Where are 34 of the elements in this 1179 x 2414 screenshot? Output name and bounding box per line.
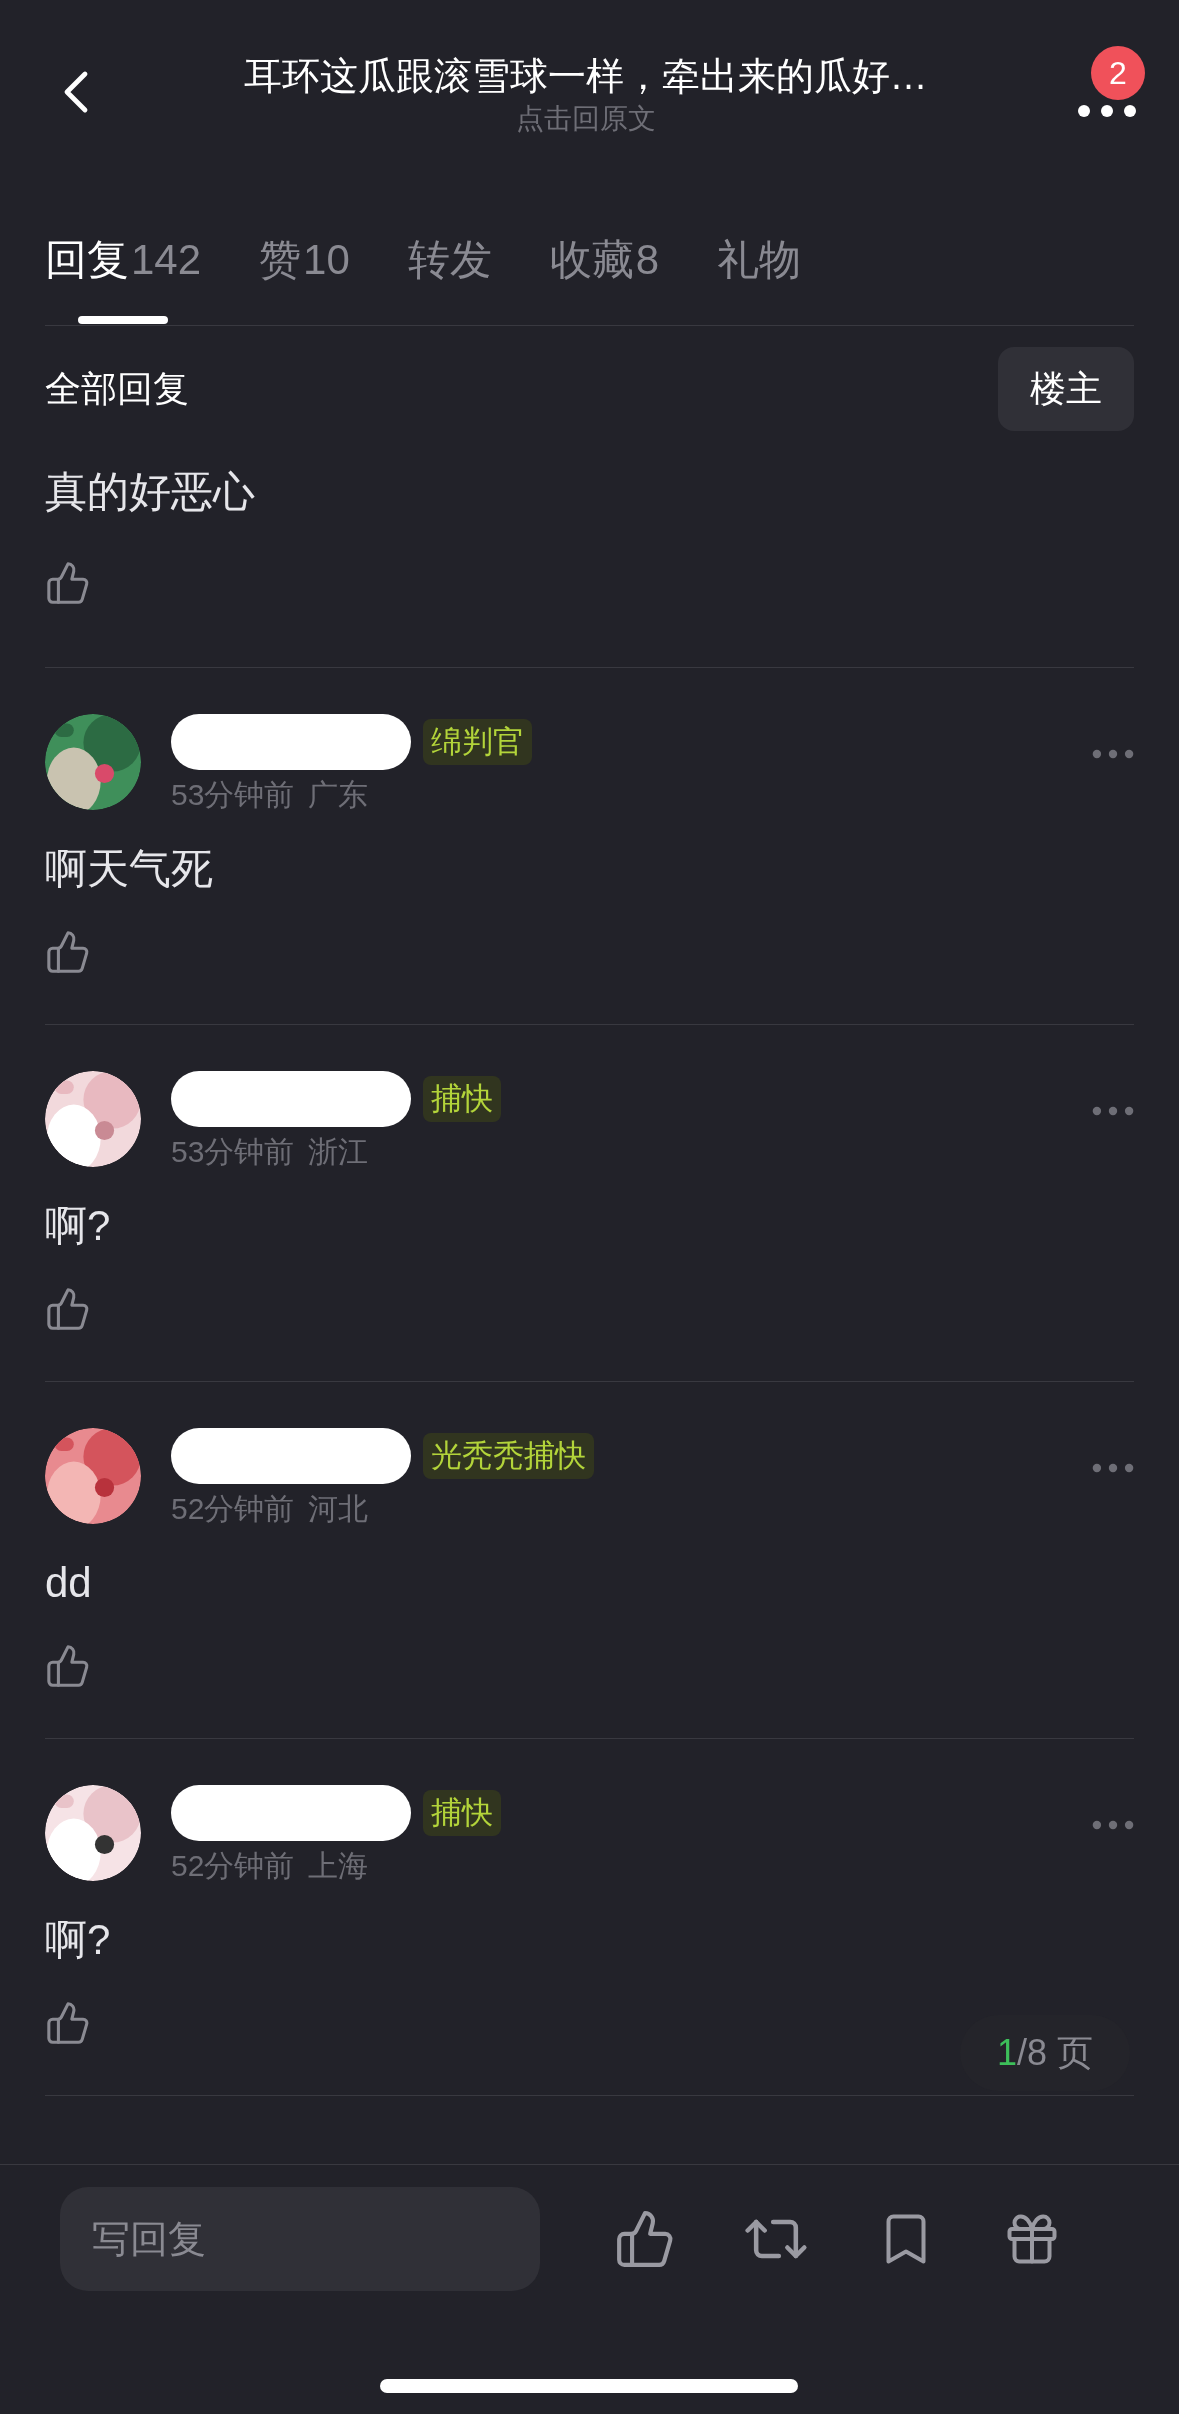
reply-input[interactable]: 写回复 <box>60 2187 540 2291</box>
notification-badge: 2 <box>1091 46 1145 100</box>
comment-text: 啊天气死 <box>45 844 214 894</box>
comment-time: 52分钟前 <box>171 1848 295 1884</box>
tab[interactable]: 礼物 <box>717 230 802 300</box>
tab[interactable]: 回复142 <box>45 230 202 300</box>
tab[interactable]: 转发 <box>407 230 492 300</box>
post-title[interactable]: 耳环这瓜跟滚雪球一样，牵出来的瓜好… <box>243 50 928 102</box>
like-icon[interactable] <box>45 1643 91 1689</box>
user-badge: 光秃秃捕快 <box>423 1433 594 1479</box>
view-original-link[interactable]: 点击回原文 <box>515 102 656 136</box>
comment-location: 广东 <box>308 777 369 813</box>
like-icon[interactable] <box>45 1286 91 1332</box>
comment-time: 53分钟前 <box>171 1134 295 1170</box>
tab[interactable]: 收藏8 <box>549 230 660 300</box>
comment-text: 啊? <box>45 1201 112 1251</box>
user-badge: 捕快 <box>423 1076 501 1122</box>
comment-location: 河北 <box>308 1491 369 1527</box>
like-icon[interactable] <box>45 2000 91 2046</box>
more-icon[interactable] <box>1075 104 1139 118</box>
op-filter-button[interactable]: 楼主 <box>998 347 1134 431</box>
comment-text: 啊? <box>45 1915 112 1965</box>
reply-text: 真的好恶心 <box>45 467 256 517</box>
comment-text: dd <box>45 1558 93 1608</box>
like-icon[interactable] <box>45 929 91 975</box>
user-badge: 绵判官 <box>423 719 532 765</box>
comment-location: 上海 <box>308 1848 369 1884</box>
user-badge: 捕快 <box>423 1790 501 1836</box>
section-title: 全部回复 <box>45 367 189 411</box>
comment-time: 52分钟前 <box>171 1491 295 1527</box>
comment-location: 浙江 <box>308 1134 369 1170</box>
like-icon[interactable] <box>45 560 91 606</box>
comment-time: 53分钟前 <box>171 777 295 813</box>
tab[interactable]: 赞10 <box>259 230 350 300</box>
